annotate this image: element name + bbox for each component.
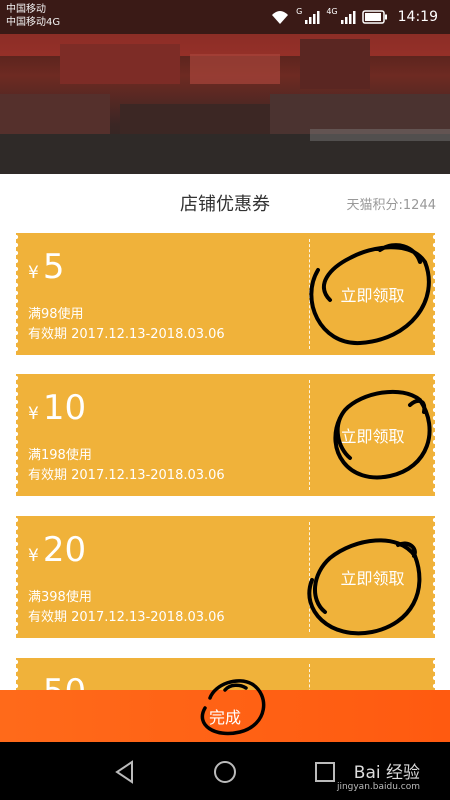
claim-coupon-button[interactable]: 立即领取 [310,233,435,355]
coupon-sheet: 店铺优惠券 天猫积分:1244 ¥ 5 满98使用 有效期 2017.12.13… [0,174,450,690]
watermark-url: jingyan.baidu.com [336,782,420,792]
claim-coupon-button[interactable]: 立即领取 [310,516,435,638]
battery-icon [361,10,387,24]
status-bar: 中国移动 中国移动4G G 4G 14:19 [0,0,450,34]
coupon-edge [432,658,438,690]
recent-apps-icon[interactable] [312,759,338,785]
carrier-label-secondary: 中国移动4G [6,17,61,28]
coupon-condition: 满98使用 [28,307,84,322]
coupon-value: 20 [42,530,87,570]
watermark-brand: Bai 经验 [353,763,420,783]
coupon-edge [13,233,19,355]
coupon-amount: ¥ 50 [28,672,86,690]
coupon-edge [13,516,19,638]
signal-icon [305,11,320,24]
coupon-validity: 有效期 2017.12.13-2018.03.06 [28,468,225,483]
back-icon[interactable] [112,759,138,785]
claim-coupon-button[interactable]: 立即领取 [310,374,435,496]
signal-icon-2 [340,11,356,24]
coupon-card: ¥ 10 满198使用 有效期 2017.12.13-2018.03.06 立即… [13,374,438,496]
network-type-label-2: 4G [326,7,338,16]
status-icons: G 4G 14:19 [270,7,438,27]
coupon-value: 10 [42,388,87,428]
coupon-validity: 有效期 2017.12.13-2018.03.06 [28,610,225,625]
coupon-edge [13,658,19,690]
currency-symbol: ¥ [28,404,39,424]
coupon-value: 50 [43,672,86,690]
currency-symbol: ¥ [28,263,39,283]
carrier-label: 中国移动 [6,4,46,15]
coupon-condition: 满398使用 [28,590,92,605]
coupon-card: ¥ 50 [13,658,438,690]
coupon-amount: ¥ 5 [28,247,64,287]
coupon-validity: 有效期 2017.12.13-2018.03.06 [28,327,225,342]
network-type-label: G [296,7,303,16]
currency-symbol: ¥ [28,546,39,566]
wifi-icon [272,11,289,24]
tmall-points-label: 天猫积分:1244 [346,198,436,213]
coupon-divider [309,664,310,690]
coupon-condition: 满198使用 [28,448,92,463]
coupon-edge [13,374,19,496]
coupon-value: 5 [42,247,65,287]
navigation-bar: Bai 经验 jingyan.baidu.com [0,742,450,800]
coupon-amount: ¥ 20 [28,530,86,570]
clock: 14:19 [397,9,438,25]
coupon-card: ¥ 20 满398使用 有效期 2017.12.13-2018.03.06 立即… [13,516,438,638]
coupon-amount: ¥ 10 [28,388,86,428]
shop-banner-image [0,34,450,174]
coupon-card: ¥ 5 满98使用 有效期 2017.12.13-2018.03.06 立即领取 [13,233,438,355]
home-icon[interactable] [212,759,238,785]
done-button[interactable]: 完成 [0,690,450,742]
